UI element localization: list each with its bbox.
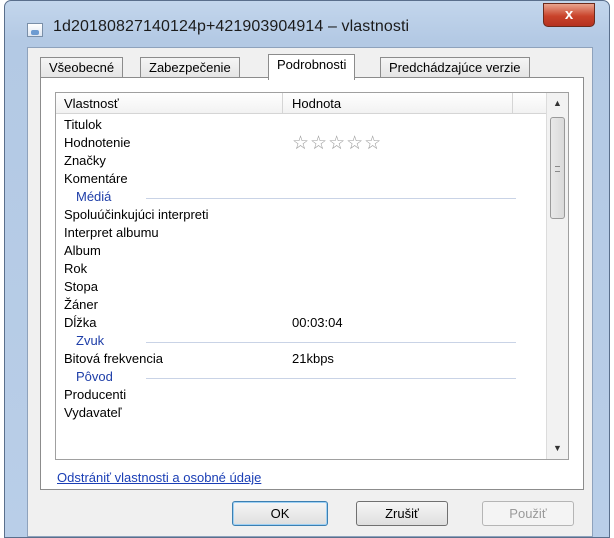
- vertical-scrollbar[interactable]: ▲ ▼: [546, 93, 568, 459]
- property-name: Interpret albumu: [64, 225, 159, 240]
- property-name: Stopa: [64, 279, 98, 294]
- tab-security[interactable]: Zabezpečenie: [140, 57, 240, 78]
- group-divider: [146, 378, 516, 379]
- property-value: 21kbps: [292, 351, 334, 366]
- scroll-down-arrow-icon[interactable]: ▼: [550, 440, 565, 457]
- cancel-button[interactable]: Zrušiť: [356, 501, 448, 526]
- property-name: Značky: [64, 153, 106, 168]
- property-name: Producenti: [64, 387, 127, 402]
- scroll-grip-icon: [555, 166, 560, 172]
- column-header-property[interactable]: Vlastnosť: [64, 96, 119, 111]
- close-button[interactable]: x: [543, 3, 595, 27]
- property-row[interactable]: Vydavateľ: [56, 405, 546, 422]
- ok-button[interactable]: OK: [232, 501, 328, 526]
- group-header[interactable]: Zvuk: [56, 333, 546, 350]
- property-name: Album: [64, 243, 101, 258]
- group-divider: [146, 198, 516, 199]
- property-row[interactable]: Žáner: [56, 297, 546, 314]
- dialog-client: Všeobecné Zabezpečenie Podrobnosti Predc…: [27, 47, 593, 537]
- property-name: Hodnotenie: [64, 135, 131, 150]
- file-icon: [27, 23, 43, 37]
- group-header[interactable]: Pôvod: [56, 369, 546, 386]
- property-value: 00:03:04: [292, 315, 343, 330]
- property-name: Komentáre: [64, 171, 128, 186]
- property-row[interactable]: Komentáre: [56, 171, 546, 188]
- property-row[interactable]: Dĺžka 00:03:04: [56, 315, 546, 332]
- window-title: 1d20180827140124p+421903904914 – vlastno…: [53, 18, 410, 35]
- property-row[interactable]: Producenti: [56, 387, 546, 404]
- column-separator[interactable]: [512, 93, 513, 114]
- properties-list: Vlastnosť Hodnota Titulok Hodnotenie ☆☆☆☆☆…: [55, 92, 569, 460]
- group-header[interactable]: Médiá: [56, 189, 546, 206]
- property-name: Žáner: [64, 297, 98, 312]
- property-row[interactable]: Album: [56, 243, 546, 260]
- details-panel: Vlastnosť Hodnota Titulok Hodnotenie ☆☆☆☆☆…: [40, 77, 584, 490]
- properties-window: 1d20180827140124p+421903904914 – vlastno…: [4, 0, 610, 538]
- property-name: Rok: [64, 261, 88, 276]
- property-name: Vydavateľ: [64, 405, 122, 420]
- property-name: Bitová frekvencia: [64, 351, 163, 366]
- remove-properties-link[interactable]: Odstrániť vlastnosti a osobné údaje: [57, 470, 261, 485]
- property-row[interactable]: Spoluúčinkujúci interpreti: [56, 207, 546, 224]
- property-row[interactable]: Stopa: [56, 279, 546, 296]
- property-name: Spoluúčinkujúci interpreti: [64, 207, 209, 222]
- group-label: Zvuk: [76, 333, 109, 348]
- scroll-thumb[interactable]: [550, 117, 565, 219]
- tab-general[interactable]: Všeobecné: [40, 57, 124, 78]
- title-bar[interactable]: 1d20180827140124p+421903904914 – vlastno…: [5, 1, 609, 47]
- property-row[interactable]: Rok: [56, 261, 546, 278]
- column-header-value[interactable]: Hodnota: [292, 96, 341, 111]
- column-separator[interactable]: [282, 93, 283, 114]
- property-row[interactable]: Hodnotenie ☆☆☆☆☆: [56, 132, 546, 155]
- group-divider: [146, 342, 516, 343]
- group-label: Médiá: [76, 189, 116, 204]
- apply-button[interactable]: Použiť: [482, 501, 574, 526]
- property-row[interactable]: Interpret albumu: [56, 225, 546, 242]
- tab-previous-versions[interactable]: Predchádzajúce verzie: [380, 57, 530, 78]
- tab-details[interactable]: Podrobnosti: [268, 54, 356, 80]
- property-name: Titulok: [64, 117, 102, 132]
- scroll-up-arrow-icon[interactable]: ▲: [550, 95, 565, 112]
- property-row[interactable]: Značky: [56, 153, 546, 170]
- rating-stars-icon[interactable]: ☆☆☆☆☆: [292, 132, 382, 155]
- property-name: Dĺžka: [64, 315, 97, 330]
- list-header: Vlastnosť Hodnota: [56, 93, 546, 114]
- property-row[interactable]: Bitová frekvencia 21kbps: [56, 351, 546, 368]
- group-label: Pôvod: [76, 369, 117, 384]
